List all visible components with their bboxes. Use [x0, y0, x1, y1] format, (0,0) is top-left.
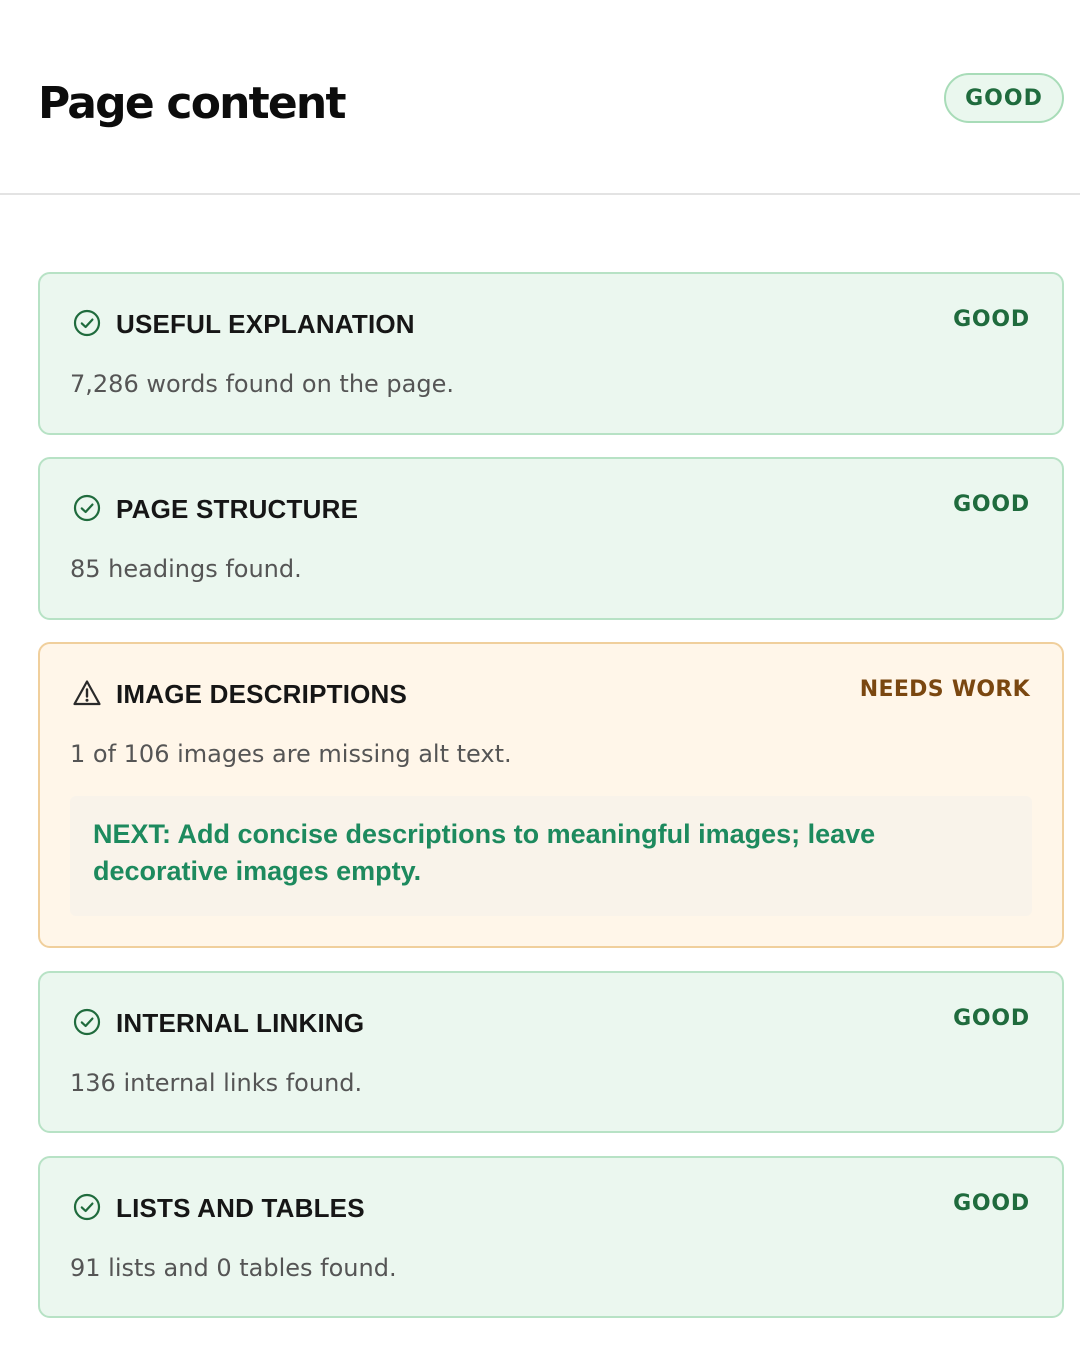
- page-title: Page content: [38, 78, 346, 129]
- check-description: 85 headings found.: [70, 555, 302, 583]
- check-circle-icon: [71, 1006, 103, 1038]
- check-card-page-structure: PAGE STRUCTURE GOOD 85 headings found.: [38, 457, 1064, 620]
- check-status-badge: GOOD: [953, 1191, 1030, 1216]
- check-title: USEFUL EXPLANATION: [116, 309, 415, 339]
- check-circle-icon: [71, 1191, 103, 1223]
- check-title: IMAGE DESCRIPTIONS: [116, 679, 408, 709]
- check-circle-icon: [71, 492, 103, 524]
- check-circle-icon: [71, 307, 103, 339]
- overall-status-badge: GOOD: [944, 73, 1064, 123]
- check-card-internal-linking: INTERNAL LINKING GOOD 136 internal links…: [38, 971, 1064, 1133]
- page-content-panel: Page content GOOD USEFUL EXPLANATION GOO…: [0, 0, 1080, 1350]
- check-card-useful-explanation: USEFUL EXPLANATION GOOD 7,286 words foun…: [38, 272, 1064, 435]
- check-description: 136 internal links found.: [70, 1069, 363, 1097]
- check-status-badge: GOOD: [953, 492, 1030, 517]
- check-title: LISTS AND TABLES: [116, 1193, 365, 1223]
- check-status-badge: GOOD: [953, 1006, 1030, 1031]
- check-card-image-descriptions: IMAGE DESCRIPTIONS NEEDS WORK 1 of 106 i…: [38, 642, 1064, 948]
- check-description: 7,286 words found on the page.: [70, 370, 454, 398]
- check-title: INTERNAL LINKING: [116, 1008, 365, 1038]
- check-description: 1 of 106 images are missing alt text.: [70, 740, 512, 768]
- check-status-badge: GOOD: [953, 307, 1030, 332]
- check-title: PAGE STRUCTURE: [116, 494, 359, 524]
- next-step-box: NEXT: Add concise descriptions to meanin…: [70, 796, 1032, 916]
- check-card-lists-and-tables: LISTS AND TABLES GOOD 91 lists and 0 tab…: [38, 1156, 1064, 1318]
- next-step-text: NEXT: Add concise descriptions to meanin…: [93, 819, 876, 886]
- panel-header: Page content GOOD: [0, 0, 1080, 195]
- warning-triangle-icon: [71, 677, 103, 709]
- check-description: 91 lists and 0 tables found.: [70, 1254, 397, 1282]
- check-status-badge: NEEDS WORK: [859, 677, 1030, 702]
